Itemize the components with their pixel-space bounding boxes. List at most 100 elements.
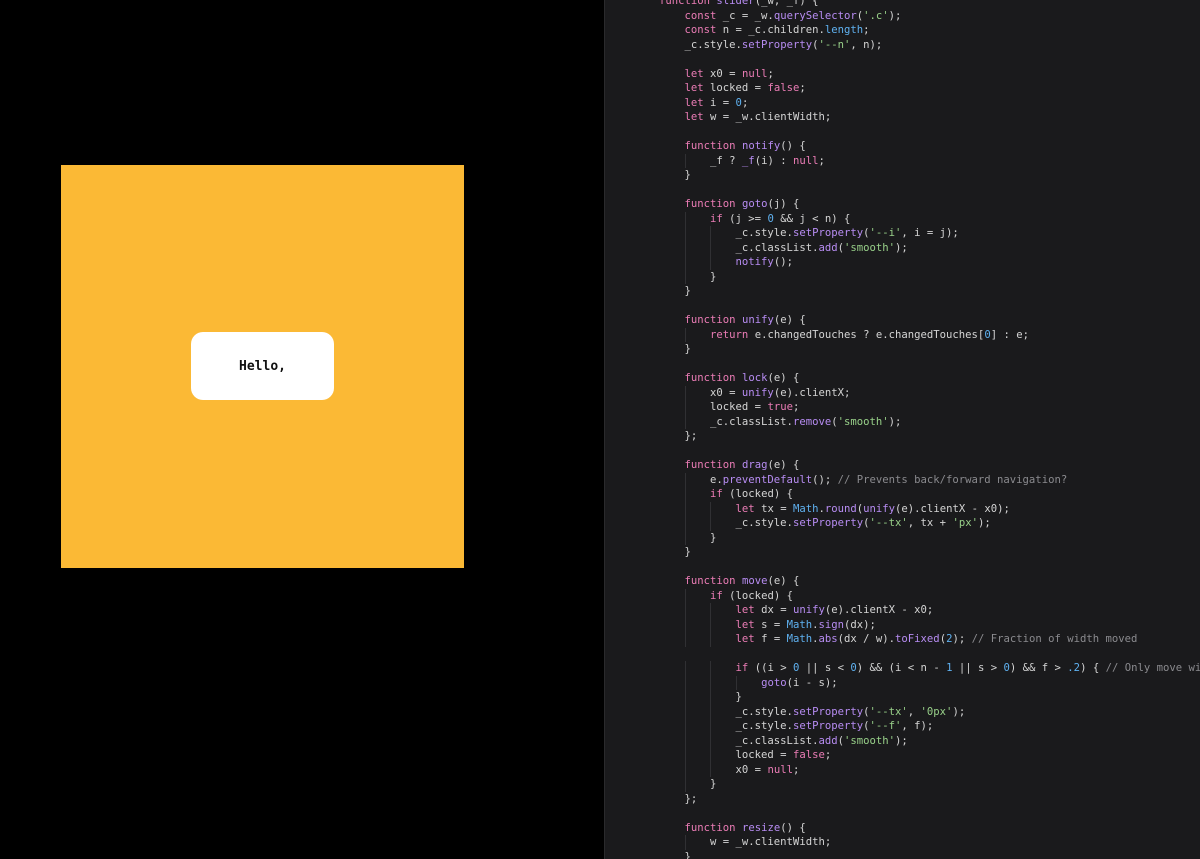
code-text: if (locked) { <box>710 488 793 500</box>
code-text: notify(); <box>735 256 793 268</box>
code-text: } <box>659 270 717 283</box>
code-text: }; <box>659 430 698 442</box>
code-text: } <box>659 546 691 558</box>
code-text: function slider(_w, _f) { <box>659 0 819 7</box>
code-line: } <box>605 690 1200 705</box>
code-line: const _c = _w.querySelector('.c'); <box>605 9 1200 24</box>
code-text: goto(i - s); <box>761 676 838 689</box>
code-text: locked = false; <box>659 749 832 761</box>
code-line: e.preventDefault(); // Prevents back/for… <box>605 472 1200 487</box>
code-line: locked = true; <box>605 400 1200 415</box>
code-text: let i = 0; <box>684 96 749 109</box>
code-line: } <box>605 269 1200 284</box>
code-line: x0 = null; <box>605 762 1200 777</box>
code-lines: function slider(_w, _f) { const _c = _w.… <box>605 0 1200 859</box>
code-line: _c.classList.remove('smooth'); <box>605 414 1200 429</box>
code-text: locked = true; <box>659 401 800 413</box>
code-line: } <box>605 342 1200 357</box>
code-text: function goto(j) { <box>684 198 800 210</box>
code-text: if ((i > 0 || s < 0) && (i < n - 1 || s … <box>735 662 1200 674</box>
code-line: } <box>605 545 1200 560</box>
code-line: notify(); <box>605 255 1200 270</box>
code-text: _c.style.setProperty('--i', i = j); <box>659 227 959 239</box>
code-text: let f = Math.abs(dx / w).toFixed(2); // … <box>735 633 1138 645</box>
code-line: } <box>605 777 1200 792</box>
code-text: let tx = Math.round(unify(e).clientX - x… <box>735 502 1010 515</box>
code-text: } <box>659 691 742 703</box>
code-text: _c.style.setProperty('--tx', tx + 'px'); <box>659 517 991 529</box>
code-text: function move(e) { <box>684 575 800 587</box>
code-line: function goto(j) { <box>605 197 1200 212</box>
code-line: _c.style.setProperty('--f', f); <box>605 719 1200 734</box>
code-text: function lock(e) { <box>684 372 800 384</box>
code-line: } <box>605 530 1200 545</box>
slider-frame[interactable]: Hello, <box>61 165 464 568</box>
code-line: let w = _w.clientWidth; <box>605 110 1200 125</box>
code-line: let s = Math.sign(dx); <box>605 617 1200 632</box>
code-line: if (locked) { <box>605 588 1200 603</box>
code-line: function notify() { <box>605 139 1200 154</box>
code-text: if (j >= 0 && j < n) { <box>710 212 851 225</box>
code-text: let x0 = null; <box>684 67 774 80</box>
code-text: _c.style.setProperty('--tx', '0px'); <box>659 705 966 718</box>
slide-text: Hello, <box>239 358 286 374</box>
code-line: function unify(e) { <box>605 313 1200 328</box>
code-line: _c.style.setProperty('--n', n); <box>605 38 1200 53</box>
code-line: let f = Math.abs(dx / w).toFixed(2); // … <box>605 632 1200 647</box>
code-line: locked = false; <box>605 748 1200 763</box>
code-line: _f ? _f(i) : null; <box>605 153 1200 168</box>
code-line: return e.changedTouches ? e.changedTouch… <box>605 327 1200 342</box>
code-text: let dx = unify(e).clientX - x0; <box>735 604 934 616</box>
code-text: } <box>659 285 691 297</box>
code-text: _c.style.setProperty('--f', f); <box>659 720 934 732</box>
code-line: let x0 = null; <box>605 67 1200 82</box>
code-line: const n = _c.children.length; <box>605 23 1200 38</box>
code-line: }; <box>605 429 1200 444</box>
code-text: x0 = null; <box>659 763 800 776</box>
code-line: }; <box>605 792 1200 807</box>
code-text: function drag(e) { <box>684 459 800 471</box>
code-text: _c.style.setProperty('--n', n); <box>659 38 883 51</box>
code-line: } <box>605 284 1200 299</box>
code-text: x0 = unify(e).clientX; <box>659 386 851 399</box>
code-text: const n = _c.children.length; <box>684 24 870 36</box>
code-line: if (locked) { <box>605 487 1200 502</box>
code-line: let locked = false; <box>605 81 1200 96</box>
code-text: } <box>659 850 691 859</box>
code-text: let locked = false; <box>684 82 806 94</box>
code-text: function resize() { <box>684 821 806 834</box>
code-line: let dx = unify(e).clientX - x0; <box>605 603 1200 618</box>
code-line: if ((i > 0 || s < 0) && (i < n - 1 || s … <box>605 661 1200 676</box>
code-line: _c.style.setProperty('--tx', tx + 'px'); <box>605 516 1200 531</box>
slide-card: Hello, <box>191 332 334 400</box>
code-line: let i = 0; <box>605 96 1200 111</box>
code-text: } <box>659 531 717 544</box>
code-text: const _c = _w.querySelector('.c'); <box>684 9 902 22</box>
code-editor[interactable]: function slider(_w, _f) { const _c = _w.… <box>604 0 1200 859</box>
code-text: _c.classList.add('smooth'); <box>659 734 908 747</box>
code-text: let w = _w.clientWidth; <box>684 111 832 123</box>
code-line: } <box>605 850 1200 859</box>
code-line: _c.style.setProperty('--i', i = j); <box>605 226 1200 241</box>
code-text: _c.classList.add('smooth'); <box>659 241 908 254</box>
code-line: } <box>605 168 1200 183</box>
code-line: _c.classList.add('smooth'); <box>605 240 1200 255</box>
code-text: if (locked) { <box>710 589 793 602</box>
code-text: return e.changedTouches ? e.changedTouch… <box>710 328 1029 341</box>
code-line: goto(i - s); <box>605 675 1200 690</box>
code-text: } <box>659 778 717 790</box>
code-line: let tx = Math.round(unify(e).clientX - x… <box>605 501 1200 516</box>
code-text: }; <box>659 792 698 805</box>
code-line: function move(e) { <box>605 574 1200 589</box>
code-line: function lock(e) { <box>605 371 1200 386</box>
code-line: x0 = unify(e).clientX; <box>605 385 1200 400</box>
